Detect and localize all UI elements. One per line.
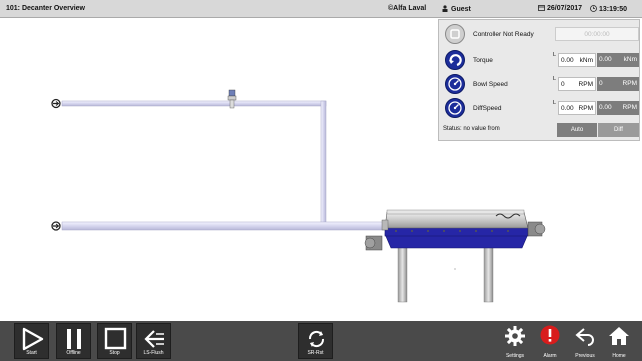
bottom-toolbar: Start Offline Stop LS-Flush SR-Rst Setti… xyxy=(0,321,642,361)
user-name: Guest xyxy=(451,6,471,13)
diff-speed-l-marker: L xyxy=(553,100,557,106)
diff-speed-setpoint-box: 0.00 RPM xyxy=(597,101,639,115)
stop-button[interactable]: Stop xyxy=(97,323,132,359)
bowl-speed-row: Bowl Speed L 0 RPM 0 RPM xyxy=(439,72,639,96)
date-value: 26/07/2017 xyxy=(547,5,583,12)
torque-setpoint-unit: kNm xyxy=(623,56,637,63)
user-indicator[interactable]: Guest xyxy=(442,5,471,13)
settings-label: Settings xyxy=(505,353,525,359)
bowl-speed-value-box: 0 RPM xyxy=(558,77,596,91)
bowl-speed-setpoint-unit: RPM xyxy=(622,80,637,87)
upper-feed-pipe xyxy=(61,100,327,224)
home-label: Home xyxy=(612,353,626,359)
torque-label: Torque xyxy=(473,57,493,64)
page-title: 101: Decanter Overview xyxy=(6,5,85,12)
clock-icon xyxy=(590,5,597,12)
settings-icon xyxy=(505,326,525,346)
sr-reset-label: SR-Rst xyxy=(307,350,324,356)
sr-reset-button[interactable]: SR-Rst xyxy=(298,323,333,359)
status-message: Status: no value from xyxy=(443,126,500,132)
previous-icon xyxy=(575,328,594,346)
bowl-speed-setpoint-box: 0 RPM xyxy=(597,77,639,91)
torque-setpoint: 0.00 xyxy=(599,56,612,63)
lower-inlet-icon[interactable] xyxy=(51,221,61,231)
controller-status-label: Controller Not Ready xyxy=(473,31,534,38)
user-icon xyxy=(442,5,448,12)
settings-button[interactable]: Settings xyxy=(500,325,530,359)
status-panel: Controller Not Ready 00:00:00 Torque L 0… xyxy=(438,19,640,141)
diff-speed-row: DiffSpeed L 0.00 RPM 0.00 RPM xyxy=(439,96,639,120)
torque-icon xyxy=(445,50,465,70)
bowl-speed-gauge-icon xyxy=(445,74,465,94)
sr-reset-icon xyxy=(309,330,324,348)
time-display: 13:19:50 xyxy=(590,5,627,13)
start-button[interactable]: Start xyxy=(14,323,49,359)
alarm-button[interactable]: Alarm xyxy=(535,325,565,359)
controller-icon xyxy=(445,24,465,44)
torque-value-box: 0.00 kNm xyxy=(558,53,596,67)
controller-timer: 00:00:00 xyxy=(555,27,639,41)
previous-button[interactable]: Previous xyxy=(570,325,600,359)
auto-button[interactable]: Auto xyxy=(557,123,597,137)
ls-flush-label: LS-Flush xyxy=(143,350,164,356)
alarm-icon xyxy=(540,325,560,345)
diff-speed-setpoint-unit: RPM xyxy=(622,104,637,111)
diff-speed-label: DiffSpeed xyxy=(473,105,502,112)
bowl-speed-value: 0 xyxy=(561,81,565,88)
calendar-icon xyxy=(538,5,545,11)
date-display: 26/07/2017 xyxy=(538,5,582,12)
stop-label: Stop xyxy=(109,350,120,356)
stop-icon xyxy=(104,327,127,350)
torque-value: 0.00 xyxy=(561,57,574,64)
ls-flush-button[interactable]: LS-Flush xyxy=(136,323,171,359)
diff-speed-setpoint: 0.00 xyxy=(599,104,612,111)
bowl-speed-setpoint: 0 xyxy=(599,80,603,87)
torque-unit: kNm xyxy=(579,57,593,64)
top-bar: 101: Decanter Overview ©Alfa Laval Guest… xyxy=(0,0,642,18)
controller-row: Controller Not Ready 00:00:00 xyxy=(439,22,639,46)
diff-speed-value: 0.00 xyxy=(561,105,574,112)
offline-label: Offline xyxy=(66,350,81,356)
torque-l-marker: L xyxy=(553,52,557,58)
home-button[interactable]: Home xyxy=(604,325,634,359)
diff-speed-gauge-icon xyxy=(445,98,465,118)
time-value: 13:19:50 xyxy=(599,6,628,13)
bowl-speed-unit: RPM xyxy=(578,81,593,88)
diff-button[interactable]: Diff xyxy=(598,123,639,137)
lower-feed-pipe xyxy=(61,221,388,231)
copyright-text: ©Alfa Laval xyxy=(388,5,427,12)
alarm-label: Alarm xyxy=(543,353,557,359)
start-label: Start xyxy=(26,350,37,356)
ls-flush-icon xyxy=(144,330,164,348)
bowl-speed-l-marker: L xyxy=(553,76,557,82)
torque-row: Torque L 0.00 kNm 0.00 kNm xyxy=(439,48,639,72)
offline-button[interactable]: Offline xyxy=(56,323,91,359)
torque-setpoint-box: 0.00 kNm xyxy=(597,53,639,67)
pause-icon xyxy=(67,329,81,349)
diff-speed-unit: RPM xyxy=(578,105,593,112)
previous-label: Previous xyxy=(575,353,595,359)
start-icon xyxy=(22,327,44,351)
decanter-centrifuge[interactable] xyxy=(364,209,546,303)
diff-speed-value-box: 0.00 RPM xyxy=(558,101,596,115)
bowl-speed-label: Bowl Speed xyxy=(473,81,508,88)
upper-inlet-icon[interactable] xyxy=(51,98,61,109)
home-icon xyxy=(609,327,629,345)
